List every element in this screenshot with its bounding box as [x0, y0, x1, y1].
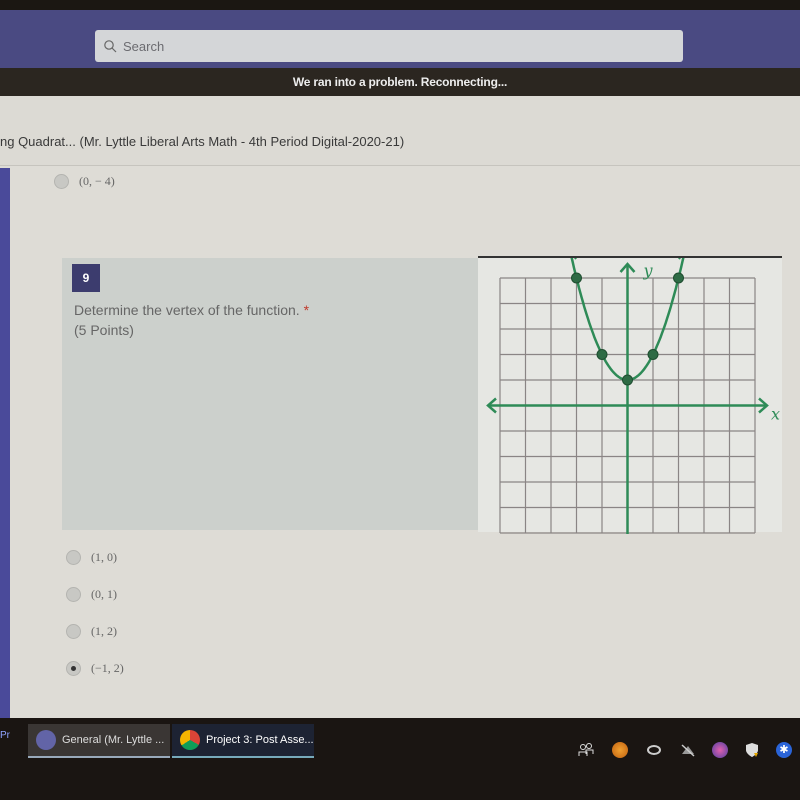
creative-cloud-icon[interactable]	[646, 742, 662, 758]
option-label: (1, 2)	[91, 624, 117, 638]
banner-text: We ran into a problem. Reconnecting...	[292, 75, 508, 89]
graph-point	[596, 349, 608, 360]
graph-point	[571, 272, 582, 284]
question-text: Determine the vertex of the function. *	[74, 302, 309, 318]
taskbar-item-label: General (Mr. Lyttle ...	[62, 734, 165, 746]
option-label: (0, 1)	[91, 587, 117, 601]
radio-button[interactable]	[66, 587, 81, 602]
answer-option-2[interactable]: (0, 1)	[66, 587, 117, 602]
left-accent-strip	[0, 168, 10, 718]
graph-point	[673, 272, 684, 284]
radio-button[interactable]	[54, 174, 69, 189]
previous-answer-option[interactable]: (0, − 4)	[54, 174, 115, 189]
graph-point	[647, 349, 659, 360]
question-graph-image: xy	[478, 249, 782, 537]
security-shield-icon[interactable]	[744, 742, 760, 758]
option-label: (1, 0)	[91, 550, 117, 564]
screen: Search We ran into a problem. Reconnecti…	[0, 0, 800, 800]
curve-arrow-left	[563, 249, 578, 260]
curve-arrow-right	[677, 249, 692, 260]
question-points: (5 Points)	[74, 322, 134, 338]
teams-icon	[36, 730, 56, 750]
question-prompt: Determine the vertex of the function.	[74, 302, 300, 318]
graph-point	[622, 374, 633, 386]
search-input[interactable]: Search	[95, 30, 683, 62]
orange-circle-icon[interactable]	[612, 742, 628, 758]
answer-option-1[interactable]: (1, 0)	[66, 550, 117, 565]
form-title-bar: ng Quadrat... (Mr. Lyttle Liberal Arts M…	[0, 96, 800, 166]
taskbar-item-label: Project 3: Post Asse...	[206, 734, 314, 746]
required-marker: *	[303, 302, 310, 318]
x-axis-label: x	[771, 405, 780, 424]
search-placeholder: Search	[123, 38, 165, 54]
reconnecting-banner: We ran into a problem. Reconnecting...	[0, 68, 800, 96]
question-number-badge: 9	[72, 264, 100, 292]
network-icon[interactable]	[680, 742, 696, 758]
y-axis-label: y	[643, 261, 654, 280]
option-label: (0, − 4)	[79, 174, 115, 188]
parabola-graph: xy	[486, 249, 780, 537]
taskbar-item-chrome[interactable]: Project 3: Post Asse...	[172, 724, 314, 758]
taskbar-item-teams[interactable]: General (Mr. Lyttle ...	[28, 724, 170, 758]
app-top-bar: Search	[0, 10, 800, 68]
taskbar-fragment: Pr	[0, 730, 10, 741]
option-label: (−1, 2)	[91, 661, 124, 675]
taskbar: Pr General (Mr. Lyttle ... Project 3: Po…	[0, 718, 800, 800]
answer-option-3[interactable]: (1, 2)	[66, 624, 117, 639]
search-icon	[104, 40, 117, 53]
bluetooth-icon[interactable]: ✱	[776, 742, 792, 758]
question-card: 9 Determine the vertex of the function. …	[62, 258, 478, 530]
teams-tray-icon[interactable]	[712, 742, 728, 758]
people-icon[interactable]	[578, 742, 594, 758]
radio-button-selected[interactable]	[66, 661, 81, 676]
form-title: ng Quadrat... (Mr. Lyttle Liberal Arts M…	[0, 134, 405, 149]
chrome-icon	[180, 730, 200, 750]
radio-button[interactable]	[66, 624, 81, 639]
answer-option-4[interactable]: (−1, 2)	[66, 661, 124, 676]
radio-button[interactable]	[66, 550, 81, 565]
form-content: ng Quadrat... (Mr. Lyttle Liberal Arts M…	[0, 96, 800, 718]
